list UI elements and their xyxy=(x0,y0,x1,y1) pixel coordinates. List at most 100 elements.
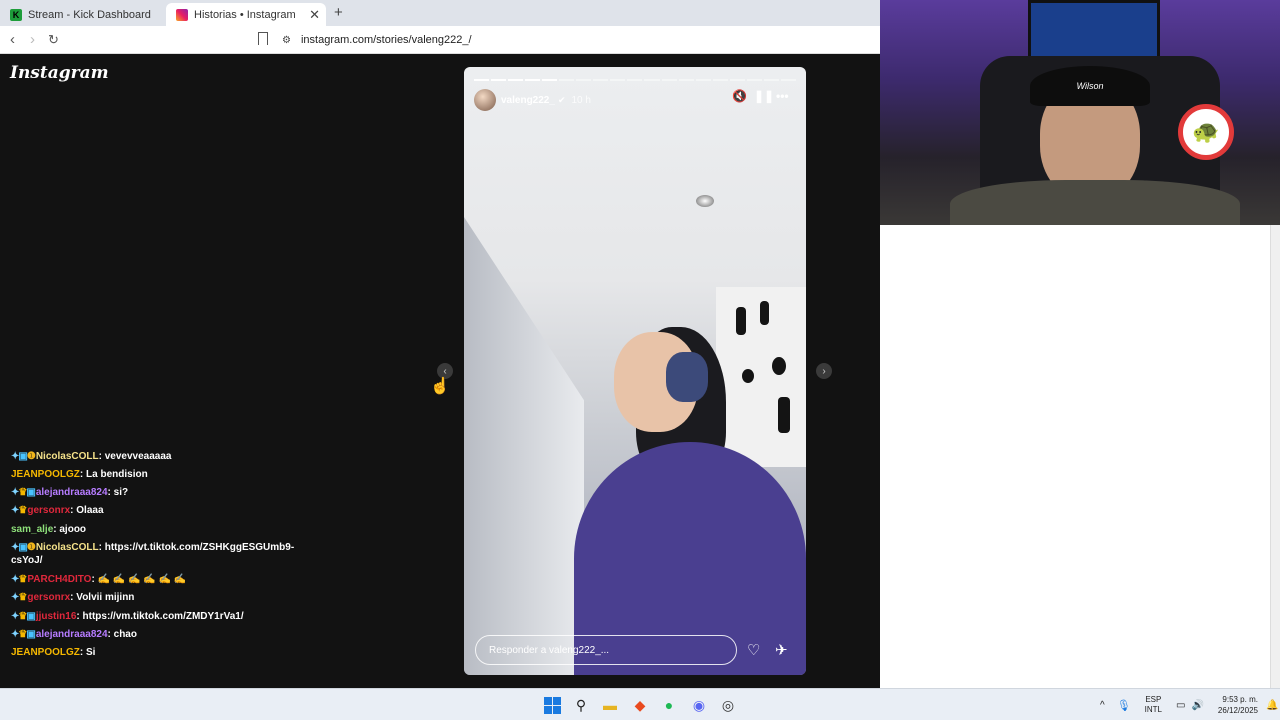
system-tray: ^ 🎙 ESP INTL ▭ 🔊 9:53 p. m. 26/12/2025 🔔 xyxy=(1100,689,1278,720)
language-indicator[interactable]: ESP INTL xyxy=(1145,695,1162,715)
chevron-up-icon[interactable]: ^ xyxy=(1100,700,1105,711)
chat-message: ✦♛▣jjustin16: https://vm.tiktok.com/ZMDY… xyxy=(11,610,244,623)
chat-text: Volvii mijinn xyxy=(76,592,135,603)
chat-message: ✦▣❶NicolasCOLL: vevevveaaaaa xyxy=(11,450,172,463)
story-progress-bar xyxy=(474,79,796,81)
notifications-icon[interactable]: 🔔 xyxy=(1266,700,1278,711)
file-explorer-icon[interactable]: ▬ xyxy=(601,696,619,714)
bookmark-icon[interactable] xyxy=(258,32,268,45)
clock-time: 9:53 p. m. xyxy=(1222,695,1258,704)
chat-username[interactable]: sam_alje xyxy=(11,524,53,535)
chat-message: JEANPOOLGZ: Si xyxy=(11,647,96,658)
chat-text: si? xyxy=(113,487,129,498)
chat-badges: ✦♛▣ xyxy=(11,610,36,623)
tab-title: Historias • Instagram xyxy=(194,8,296,21)
stream-chat-overlay: ✦▣❶NicolasCOLL: vevevveaaaaa JEANPOOLGZ: … xyxy=(0,436,330,668)
progress-segment xyxy=(780,79,796,81)
reload-icon[interactable]: ↻ xyxy=(48,32,59,48)
sub-badge-icon: ▣ xyxy=(18,451,28,462)
verified-icon: ✔ xyxy=(557,94,566,105)
progress-segment xyxy=(576,79,592,81)
site-info-icon[interactable]: ⚙ xyxy=(282,35,291,46)
clock[interactable]: 9:53 p. m. 26/12/2025 xyxy=(1218,694,1258,716)
chat-message: ✦♛▣alejandraaa824: chao xyxy=(11,628,137,641)
like-heart-icon[interactable]: ♡ xyxy=(747,641,760,659)
chat-badges: ✦♛▣ xyxy=(11,628,36,641)
close-tab-icon[interactable]: ✕ xyxy=(309,7,320,23)
chat-message: ✦♛gersonrx: Volvii mijinn xyxy=(11,592,135,603)
chat-username[interactable]: PARCH4DITO xyxy=(27,574,91,585)
network-icon[interactable]: ▭ xyxy=(1176,700,1185,711)
next-story-button[interactable]: › xyxy=(816,363,832,379)
browser-toolbar: ‹ › ↻ ⚙ instagram.com/stories/valeng222_… xyxy=(0,26,880,54)
tab-instagram-stories[interactable]: Historias • Instagram ✕ xyxy=(166,3,326,26)
spotify-icon[interactable]: ● xyxy=(660,696,678,714)
avatar[interactable] xyxy=(474,89,496,111)
pause-icon[interactable]: ❚❚ xyxy=(754,89,774,103)
chat-username[interactable]: gersonrx xyxy=(27,592,70,603)
sub-badge-icon: ▣ xyxy=(26,629,36,640)
more-options-icon[interactable]: ••• xyxy=(776,89,789,103)
chat-username[interactable]: alejandraaa824 xyxy=(36,629,108,640)
crown-badge-icon: ♛ xyxy=(18,574,27,585)
back-icon[interactable]: ‹ xyxy=(10,31,15,48)
scrollbar[interactable] xyxy=(1270,225,1280,688)
chat-username[interactable]: NicolasCOLL xyxy=(36,542,99,553)
chat-badges: ✦▣❶ xyxy=(11,450,36,463)
sub-badge-icon: ▣ xyxy=(26,487,36,498)
progress-segment xyxy=(644,79,660,81)
discord-icon[interactable]: ◉ xyxy=(690,696,708,714)
tab-title: Stream - Kick Dashboard xyxy=(28,8,151,21)
chat-username[interactable]: alejandraaa824 xyxy=(36,487,108,498)
progress-segment xyxy=(593,79,609,81)
story-username[interactable]: valeng222_ xyxy=(501,95,555,106)
chat-message: JEANPOOLGZ: La bendision xyxy=(11,469,148,480)
streamer-cap: Wilson xyxy=(1030,66,1150,106)
story-header: valeng222_ ✔ 10 h 🔇 ❚❚ ••• xyxy=(474,89,796,111)
chat-text: Si xyxy=(86,647,96,658)
start-menu-icon[interactable] xyxy=(543,696,561,714)
story-reply-input[interactable]: Responder a valeng222_... xyxy=(475,635,737,665)
mute-icon[interactable]: 🔇 xyxy=(732,89,747,103)
chat-username[interactable]: NicolasCOLL xyxy=(36,451,99,462)
progress-segment xyxy=(763,79,779,81)
new-tab-button[interactable]: + xyxy=(334,4,343,21)
cap-text: Wilson xyxy=(1076,81,1104,91)
instagram-logo[interactable]: Instagram xyxy=(10,63,109,83)
crown-badge-icon: ♛ xyxy=(18,592,27,603)
chat-username[interactable]: JEANPOOLGZ xyxy=(11,647,80,658)
chat-username[interactable]: jjustin16 xyxy=(36,611,77,622)
chat-text: ajooo xyxy=(59,524,87,535)
webcam-overlay: Wilson 🐢 xyxy=(880,0,1280,225)
address-bar[interactable]: ⚙ instagram.com/stories/valeng222_/ xyxy=(282,30,880,50)
progress-segment xyxy=(678,79,694,81)
crown-badge-icon: ♛ xyxy=(18,505,27,516)
tab-kick-dashboard[interactable]: K Stream - Kick Dashboard xyxy=(0,3,166,26)
obs-icon[interactable]: ◎ xyxy=(719,696,737,714)
browser-tab-bar: K Stream - Kick Dashboard Historias • In… xyxy=(0,0,880,26)
progress-segment xyxy=(525,79,541,81)
story-viewer[interactable]: valeng222_ ✔ 10 h 🔇 ❚❚ ••• Responder a v… xyxy=(464,67,806,675)
chat-message: ✦♛▣alejandraaa824: si? xyxy=(11,487,129,498)
search-icon[interactable]: ⚲ xyxy=(572,696,590,714)
chat-username[interactable]: JEANPOOLGZ xyxy=(11,469,80,480)
instagram-icon xyxy=(176,8,188,21)
volume-icon[interactable]: 🔊 xyxy=(1191,700,1203,711)
keyboard-layout: INTL xyxy=(1144,705,1163,714)
progress-segment xyxy=(661,79,677,81)
forward-icon[interactable]: › xyxy=(30,31,35,48)
blank-panel xyxy=(880,225,1280,688)
microphone-icon[interactable]: 🎙 xyxy=(1117,699,1131,712)
no-bug-sign-icon: 🐢 xyxy=(1178,104,1234,160)
url-text: instagram.com/stories/valeng222_/ xyxy=(300,34,472,46)
progress-segment xyxy=(729,79,745,81)
chat-username[interactable]: gersonrx xyxy=(27,505,70,516)
chat-badges: ✦♛ xyxy=(11,573,27,586)
share-send-icon[interactable]: ✈ xyxy=(775,641,788,659)
brave-browser-icon[interactable]: ◆ xyxy=(631,696,649,714)
streamer-shirt xyxy=(950,180,1240,225)
screen: K Stream - Kick Dashboard Historias • In… xyxy=(0,0,1280,720)
progress-segment xyxy=(474,79,490,81)
chat-text: vevevveaaaaa xyxy=(104,451,172,462)
chat-message: sam_alje: ajooo xyxy=(11,524,87,535)
